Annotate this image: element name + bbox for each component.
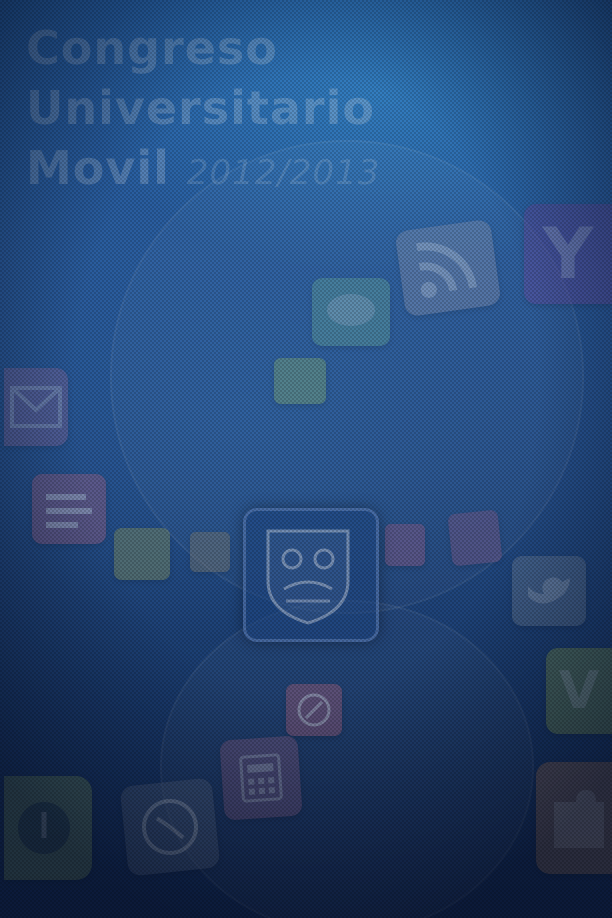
- messages-icon: [312, 278, 390, 346]
- title-line-1: Congreso: [26, 21, 278, 75]
- phone-silhouette-small: [160, 600, 534, 918]
- twitter-icon: [512, 556, 586, 626]
- photos-icon: [114, 528, 170, 580]
- yahoo-icon: Y: [524, 204, 612, 304]
- title-line-2: Universitario: [26, 81, 375, 135]
- weather-icon: [385, 524, 425, 566]
- news-icon: [190, 532, 230, 572]
- vine-icon: V: [546, 648, 612, 734]
- puzzle-icon: [536, 762, 612, 874]
- browser-icon: [286, 684, 342, 736]
- splash-screen: Congreso Universitario Movil 2012/2013 Y: [0, 0, 612, 918]
- university-shield-icon: [243, 508, 379, 642]
- contacts-icon: [32, 474, 106, 544]
- calculator-icon: [219, 735, 303, 821]
- notes-icon: [274, 358, 326, 404]
- rss-icon: [394, 218, 502, 318]
- title-line-3: Movil 2012/2013: [26, 138, 380, 203]
- title-word-movil: Movil: [26, 141, 170, 195]
- email-icon: [4, 368, 68, 446]
- maps-icon: [4, 776, 92, 880]
- app-title: Congreso Universitario Movil 2012/2013: [26, 18, 380, 203]
- title-year: 2012/2013: [186, 153, 381, 193]
- clock-icon: [119, 777, 221, 877]
- bookmark-icon: [447, 509, 503, 567]
